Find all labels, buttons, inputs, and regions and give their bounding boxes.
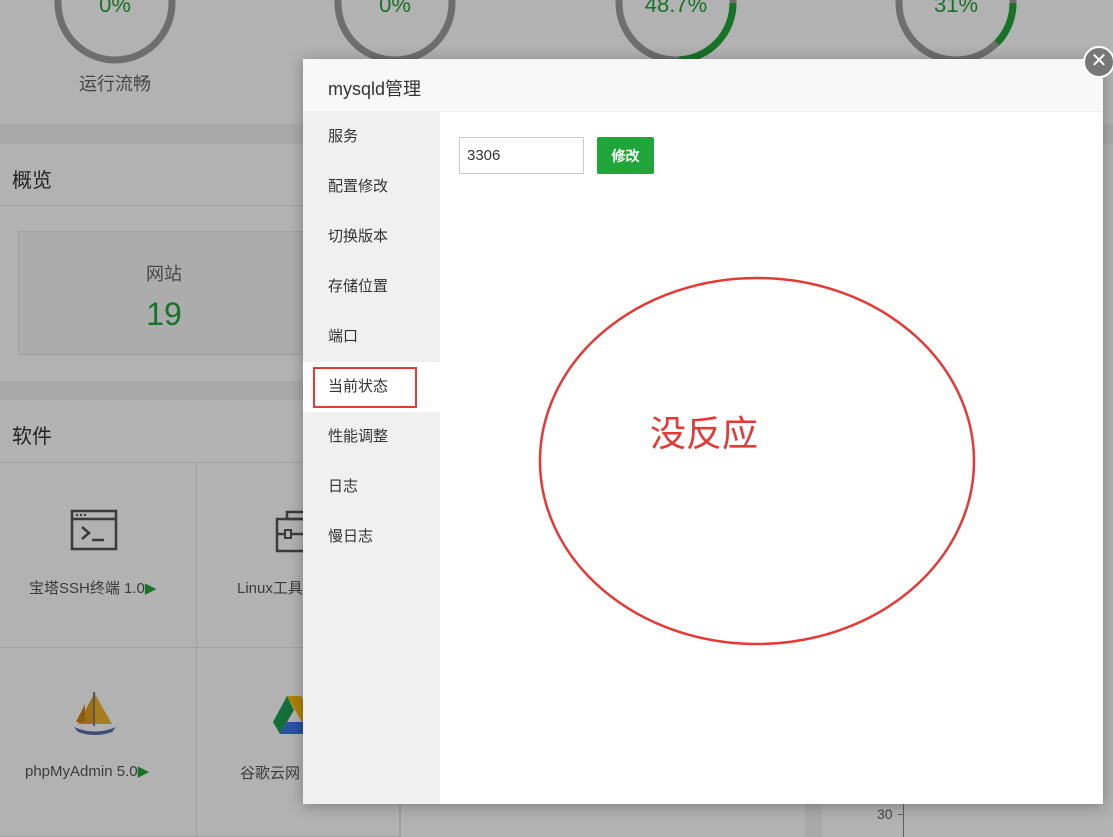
nav-item-switch-version[interactable]: 切换版本 xyxy=(303,212,440,262)
nav-item-performance[interactable]: 性能调整 xyxy=(303,412,440,462)
port-input[interactable] xyxy=(459,137,584,174)
nav-item-current-status[interactable]: 当前状态 xyxy=(303,362,440,412)
dialog-title: mysqld管理 xyxy=(328,79,422,99)
nav-item-storage[interactable]: 存储位置 xyxy=(303,262,440,312)
nav-item-config[interactable]: 配置修改 xyxy=(303,162,440,212)
annotation-text: 没反应 xyxy=(650,414,759,455)
dialog-header: mysqld管理 xyxy=(303,59,1103,112)
nav-item-log[interactable]: 日志 xyxy=(303,462,440,512)
nav-item-slow-log[interactable]: 慢日志 xyxy=(303,512,440,562)
modify-button[interactable]: 修改 xyxy=(597,137,654,174)
nav-item-port[interactable]: 端口 xyxy=(303,312,440,362)
close-icon[interactable]: ✕ xyxy=(1083,46,1113,78)
annotation-ellipse xyxy=(538,276,976,646)
nav-item-service[interactable]: 服务 xyxy=(303,112,440,162)
nav-item-label: 当前状态 xyxy=(328,378,389,395)
dialog-sidebar: 服务 配置修改 切换版本 存储位置 端口 当前状态 性能调整 日志 慢日志 xyxy=(303,112,440,804)
